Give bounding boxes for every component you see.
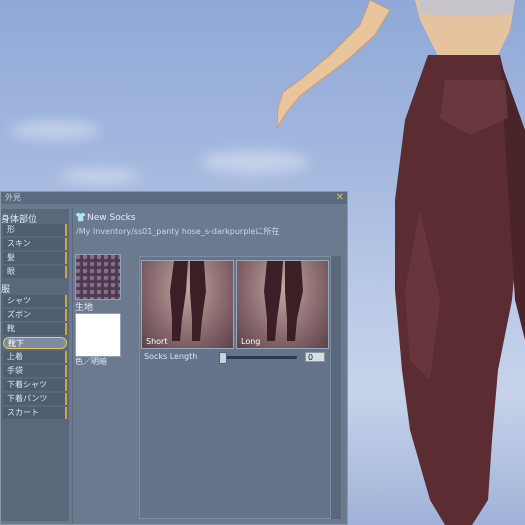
thumbnail-short[interactable]: Short	[141, 260, 234, 349]
socks-length-slider[interactable]	[221, 356, 297, 359]
socks-length-label: Socks Length	[144, 352, 198, 361]
sidebar-item-socks[interactable]: 靴下	[3, 337, 67, 349]
sidebar-item-hair[interactable]: 髪	[3, 252, 67, 264]
sidebar-item-gloves[interactable]: 手袋	[3, 365, 67, 377]
thumbnail-long-label: Long	[241, 337, 261, 346]
sidebar-item-skin[interactable]: スキン	[3, 238, 67, 250]
scrollbar[interactable]	[331, 256, 341, 519]
socks-length-value[interactable]: 0	[305, 352, 325, 362]
title-bar[interactable]: 外見 ✕	[1, 192, 347, 204]
thumbnail-short-label: Short	[146, 337, 168, 346]
sidebar-item-underpants[interactable]: 下着パンツ	[3, 393, 67, 405]
divider	[72, 208, 73, 523]
sidebar-item-eyes[interactable]: 眼	[3, 266, 67, 278]
color-swatch[interactable]	[75, 313, 121, 357]
thumbnail-long[interactable]: Long	[236, 260, 329, 349]
color-label: 色／明暗	[75, 357, 107, 366]
clothes-label: 服	[1, 285, 11, 295]
item-name: New Socks	[87, 213, 136, 223]
item-path: /My Inventory/ss01_panty hose_s-darkpurp…	[76, 227, 280, 236]
sidebar-item-shape[interactable]: 形	[3, 224, 67, 236]
fabric-label: 生地	[75, 303, 94, 313]
close-icon[interactable]: ✕	[336, 192, 344, 204]
sidebar-item-skirt[interactable]: スカート	[3, 407, 67, 419]
sidebar-item-undershirt[interactable]: 下着シャツ	[3, 379, 67, 391]
sidebar-item-shirt[interactable]: シャツ	[3, 295, 67, 307]
sidebar-item-jacket[interactable]: 上着	[3, 351, 67, 363]
sidebar-item-shoes[interactable]: 靴	[3, 323, 67, 335]
shirt-icon: 👕	[75, 213, 87, 223]
slider-handle[interactable]	[219, 352, 227, 364]
legs-icon	[170, 261, 206, 341]
sidebar-item-pants[interactable]: ズボン	[3, 309, 67, 321]
window-title: 外見	[5, 193, 21, 202]
legs-icon	[264, 261, 303, 341]
fabric-swatch[interactable]	[75, 254, 121, 300]
